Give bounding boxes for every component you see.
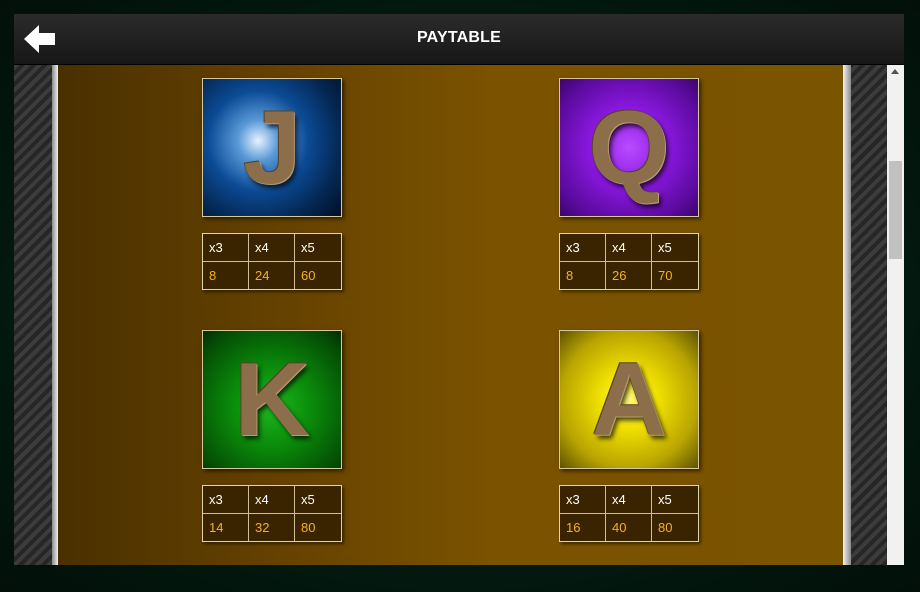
right-frame-border bbox=[843, 65, 887, 565]
scroll-up-arrow-icon[interactable] bbox=[891, 69, 899, 74]
vertical-scrollbar[interactable] bbox=[887, 65, 904, 565]
left-frame-border bbox=[14, 65, 58, 565]
multiplier-header: x4 bbox=[249, 234, 295, 262]
paytable-content[interactable]: J x3 x4 x5 8 24 60 Q x3 x4 x5 8 26 70 K … bbox=[58, 65, 843, 565]
payout-value: 14 bbox=[203, 514, 249, 541]
multiplier-header: x4 bbox=[249, 486, 295, 514]
multiplier-header: x3 bbox=[203, 486, 249, 514]
symbol-q-tile: Q bbox=[559, 78, 699, 217]
symbol-a-tile: A bbox=[559, 330, 699, 469]
multiplier-header: x5 bbox=[652, 234, 698, 262]
payout-value: 80 bbox=[301, 520, 316, 535]
payout-value: 26 bbox=[606, 262, 652, 289]
multiplier-header: x4 bbox=[606, 234, 652, 262]
page-title: PAYTABLE bbox=[417, 29, 501, 46]
symbol-k-letter: K bbox=[234, 341, 310, 458]
payout-value: 24 bbox=[249, 262, 295, 289]
payout-value: 60 bbox=[301, 268, 316, 283]
multiplier-header: x5 bbox=[295, 486, 341, 514]
payout-value: 16 bbox=[560, 514, 606, 541]
payout-value: 8 bbox=[560, 262, 606, 289]
multiplier-header: x5 bbox=[652, 486, 698, 514]
payout-value: 40 bbox=[606, 514, 652, 541]
symbol-a-letter: A bbox=[591, 341, 667, 458]
symbol-k-paytable: x3 x4 x5 14 32 80 bbox=[202, 485, 342, 542]
multiplier-header: x5 bbox=[295, 234, 341, 262]
multiplier-header: x3 bbox=[560, 234, 606, 262]
payout-value: 8 bbox=[203, 262, 249, 289]
multiplier-header: x4 bbox=[606, 486, 652, 514]
symbol-j-paytable: x3 x4 x5 8 24 60 bbox=[202, 233, 342, 290]
symbol-a-paytable: x3 x4 x5 16 40 80 bbox=[559, 485, 699, 542]
payout-value: 32 bbox=[249, 514, 295, 541]
symbol-q-letter: Q bbox=[588, 89, 670, 206]
payout-value: 80 bbox=[658, 520, 673, 535]
scrollbar-thumb[interactable] bbox=[889, 161, 902, 259]
symbol-k-tile: K bbox=[202, 330, 342, 469]
symbol-j-tile: J bbox=[202, 78, 342, 217]
multiplier-header: x3 bbox=[560, 486, 606, 514]
payout-value: 70 bbox=[658, 268, 673, 283]
multiplier-header: x3 bbox=[203, 234, 249, 262]
symbol-j-letter: J bbox=[243, 89, 301, 206]
paytable-header: PAYTABLE bbox=[14, 14, 904, 65]
symbol-q-paytable: x3 x4 x5 8 26 70 bbox=[559, 233, 699, 290]
